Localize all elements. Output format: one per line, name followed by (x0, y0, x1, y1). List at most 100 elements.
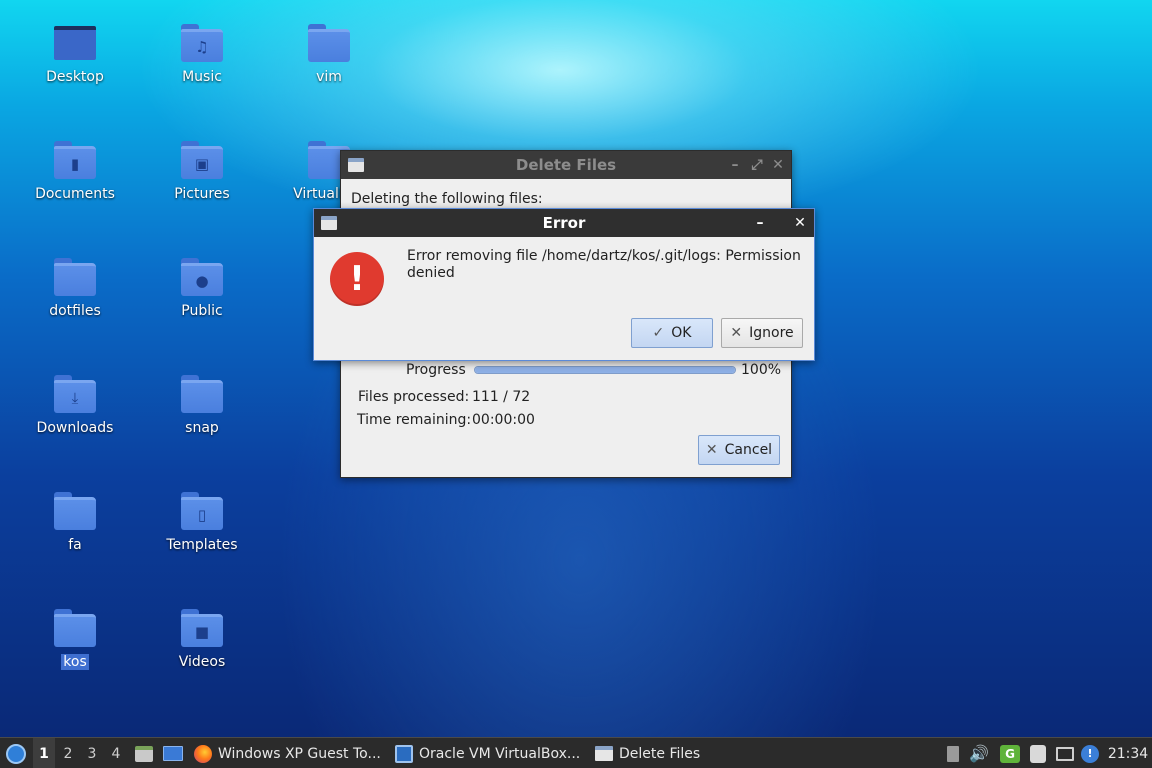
ok-label: OK (671, 325, 692, 341)
desktop-icon-public[interactable]: ● Public (147, 234, 257, 330)
clipboard-icon (947, 745, 959, 762)
battery-tray-button[interactable] (1027, 738, 1049, 768)
progress-bar-fill (475, 367, 735, 373)
virtualbox-icon (395, 744, 413, 763)
icon-label: Pictures (174, 186, 230, 202)
icon-label: Videos (178, 654, 226, 670)
cancel-icon: ✕ (705, 442, 718, 458)
firefox-icon (194, 744, 212, 763)
volume-icon: 🔊 (969, 744, 989, 763)
icon-label: snap (185, 420, 219, 436)
icon-label: Downloads (36, 420, 114, 436)
network-tray-button[interactable] (1054, 738, 1076, 768)
task-label: Windows XP Guest To... (218, 745, 381, 762)
icon-label: Public (181, 303, 223, 319)
icon-label: kos (61, 654, 89, 670)
icon-label: vim (316, 69, 342, 85)
templates-folder-icon: ▯ (181, 492, 223, 530)
start-menu-icon (6, 743, 26, 764)
workspace-4[interactable]: 4 (105, 738, 127, 768)
workspace-3[interactable]: 3 (81, 738, 103, 768)
ignore-label: Ignore (749, 325, 794, 341)
workspace-1[interactable]: 1 (33, 738, 55, 768)
music-folder-icon: ♫ (181, 24, 223, 62)
notification-icon: ! (1081, 744, 1099, 763)
delete-files-titlebar[interactable]: Delete Files – ⤢ ✕ (341, 151, 791, 179)
show-desktop-button[interactable] (162, 738, 184, 768)
progress-percent: 100% (741, 362, 782, 378)
power-icon (1030, 744, 1046, 763)
window-icon (595, 746, 613, 761)
desktop-icon-vim[interactable]: vim (274, 0, 384, 96)
desktop-icon-music[interactable]: ♫ Music (147, 0, 257, 96)
videos-folder-icon: ■ (181, 609, 223, 647)
update-manager-icon: G (1000, 744, 1020, 763)
error-titlebar[interactable]: Error – ✕ (314, 209, 814, 237)
file-manager-launcher[interactable] (134, 738, 154, 768)
pictures-folder-icon: ▣ (181, 141, 223, 179)
desktop-icon-templates[interactable]: ▯ Templates (147, 468, 257, 564)
update-tray-button[interactable]: G (999, 738, 1021, 768)
folder-icon (54, 492, 96, 530)
desktop-icon-desktop[interactable]: Desktop (20, 0, 130, 96)
window-icon (348, 158, 364, 172)
task-label: Delete Files (619, 745, 701, 762)
ignore-button[interactable]: ✕ Ignore (721, 318, 803, 348)
close-button[interactable]: ✕ (790, 213, 810, 233)
window-title: Delete Files (515, 156, 617, 174)
folder-icon (54, 258, 96, 296)
start-menu-button[interactable] (3, 738, 29, 768)
desktop-icon-kos[interactable]: kos (20, 585, 130, 681)
network-icon (1056, 746, 1074, 761)
maximize-button[interactable]: ⤢ (747, 155, 767, 175)
clock[interactable]: 21:34 (1107, 738, 1149, 768)
desktop-icon-videos[interactable]: ■ Videos (147, 585, 257, 681)
file-manager-icon (135, 745, 153, 762)
clipboard-tray-button[interactable] (942, 738, 964, 768)
error-icon: ! (330, 252, 384, 306)
folder-icon (54, 609, 96, 647)
task-delete-files[interactable]: Delete Files (595, 738, 775, 768)
error-message-line1: Error removing file /home/dartz/kos/.git… (407, 248, 801, 264)
desktop-icon-pictures[interactable]: ▣ Pictures (147, 117, 257, 213)
ignore-icon: ✕ (730, 325, 743, 341)
icon-label: Documents (35, 186, 115, 202)
folder-icon (181, 375, 223, 413)
files-processed-label: Files processed: (358, 389, 470, 405)
error-window: Error – ✕ ! Error removing file /home/da… (313, 208, 815, 361)
error-message-line2: denied (407, 265, 455, 281)
volume-tray-button[interactable]: 🔊 (968, 738, 990, 768)
task-windows-xp-guest[interactable]: Windows XP Guest To... (194, 738, 389, 768)
task-oracle-vm-virtualbox[interactable]: Oracle VM VirtualBox... (395, 738, 588, 768)
icon-label: Desktop (46, 69, 104, 85)
desktop-icon-fa[interactable]: fa (20, 468, 130, 564)
documents-folder-icon: ▮ (54, 141, 96, 179)
show-desktop-icon (163, 746, 183, 761)
icon-label: Templates (166, 537, 238, 553)
desktop-icon-snap[interactable]: snap (147, 351, 257, 447)
desktop-icon-downloads[interactable]: ⤓ Downloads (20, 351, 130, 447)
close-button[interactable]: ✕ (768, 155, 788, 175)
minimize-button[interactable]: – (750, 213, 770, 233)
desktop-icon-documents[interactable]: ▮ Documents (20, 117, 130, 213)
cancel-button[interactable]: ✕ Cancel (698, 435, 780, 465)
notifications-tray-button[interactable]: ! (1079, 738, 1101, 768)
folder-icon (308, 24, 350, 62)
window-title: Error (542, 214, 586, 232)
ok-button[interactable]: ✓ OK (631, 318, 713, 348)
icon-label: fa (68, 537, 82, 553)
icon-label: Music (182, 69, 222, 85)
time-remaining-label: Time remaining: (357, 412, 472, 428)
cancel-label: Cancel (724, 442, 773, 458)
workspace-2[interactable]: 2 (57, 738, 79, 768)
public-folder-icon: ● (181, 258, 223, 296)
icon-label: dotfiles (49, 303, 101, 319)
time-remaining-value: 00:00:00 (472, 412, 535, 428)
window-icon (321, 216, 337, 230)
minimize-button[interactable]: – (725, 155, 745, 175)
delete-message: Deleting the following files: (351, 191, 543, 207)
desktop-icon-dotfiles[interactable]: dotfiles (20, 234, 130, 330)
taskbar: 1 2 3 4 Windows XP Guest To... Oracle VM… (0, 737, 1152, 768)
checkmark-icon: ✓ (652, 325, 665, 341)
task-label: Oracle VM VirtualBox... (419, 745, 581, 762)
